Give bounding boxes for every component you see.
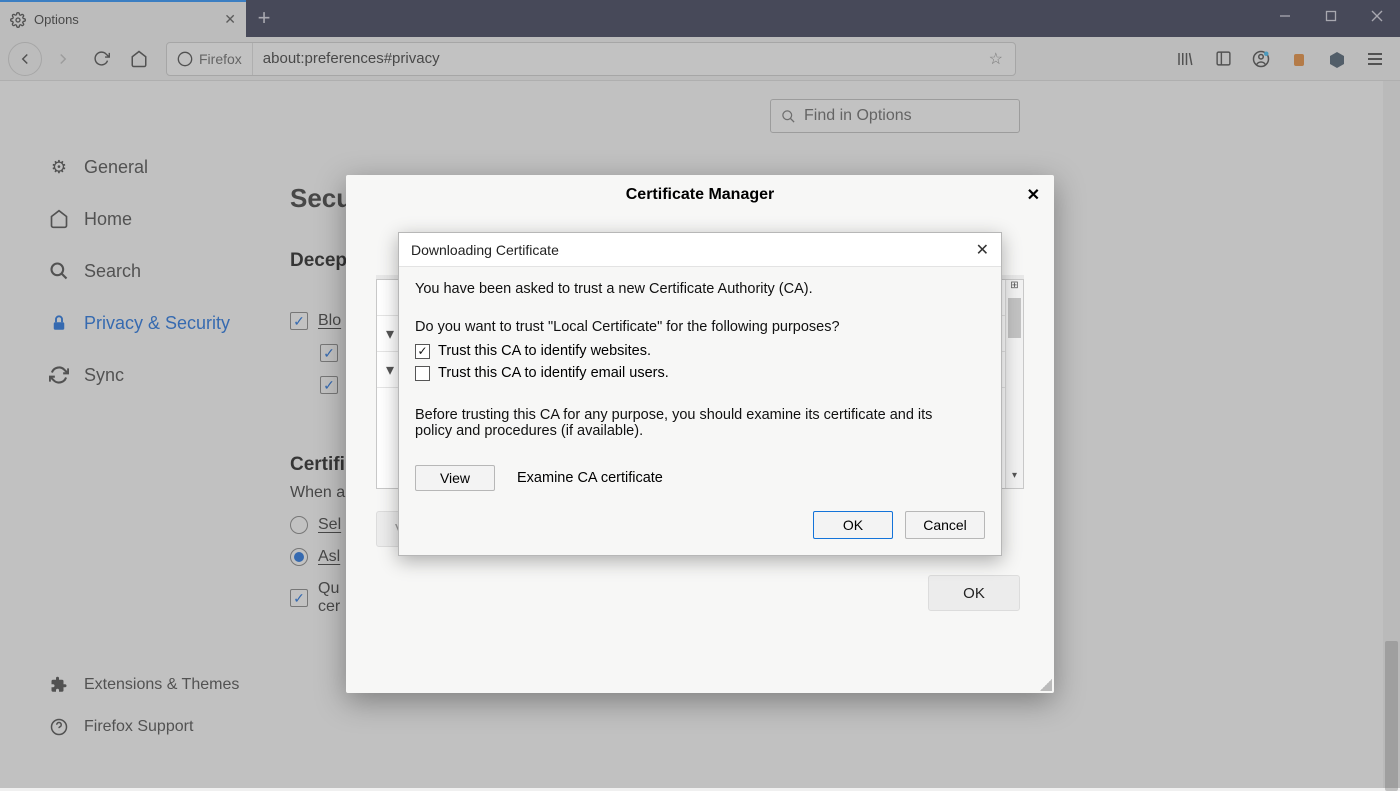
certmgr-close-icon[interactable]: ✕ xyxy=(1027,185,1040,205)
dlg-close-icon[interactable]: ✕ xyxy=(976,240,989,260)
checkbox-trust-websites[interactable] xyxy=(415,344,430,359)
checkbox-trust-email[interactable] xyxy=(415,366,430,381)
scroll-down-icon[interactable]: ▾ xyxy=(1006,470,1023,488)
certmgr-ok-button[interactable]: OK xyxy=(928,575,1020,611)
resize-grip-icon[interactable] xyxy=(1040,679,1052,691)
dlg-view-button[interactable]: View xyxy=(415,465,495,491)
scroll-head-icon[interactable]: ⊞ xyxy=(1006,280,1023,298)
dlg-message-1: You have been asked to trust a new Certi… xyxy=(415,281,985,297)
scrollbar-thumb[interactable] xyxy=(1008,298,1021,338)
dlg-title: Downloading Certificate xyxy=(411,242,976,258)
dlg-trust-email-row[interactable]: Trust this CA to identify email users. xyxy=(415,365,985,381)
downloading-certificate-dialog: Downloading Certificate ✕ You have been … xyxy=(398,232,1002,556)
dlg-explain: Before trusting this CA for any purpose,… xyxy=(415,407,955,439)
dlg-trust-websites-row[interactable]: Trust this CA to identify websites. xyxy=(415,343,985,359)
cert-list-scrollbar[interactable]: ⊞ ▴ ▾ xyxy=(1005,280,1023,488)
certmgr-title: Certificate Manager xyxy=(626,186,775,204)
dlg-cancel-button[interactable]: Cancel xyxy=(905,511,985,539)
dlg-ok-button[interactable]: OK xyxy=(813,511,893,539)
dlg-message-2: Do you want to trust "Local Certificate"… xyxy=(415,319,985,335)
dlg-examine-label: Examine CA certificate xyxy=(517,470,663,486)
